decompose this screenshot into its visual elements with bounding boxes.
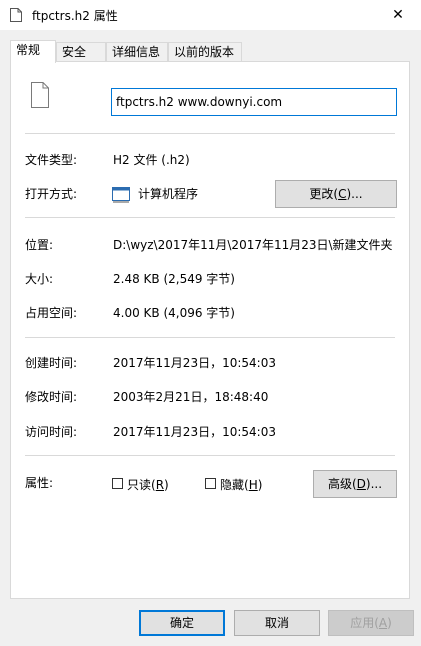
open-with-label: 打开方式: [25, 187, 78, 201]
ok-button[interactable]: 确定 [139, 610, 225, 636]
file-icon [10, 8, 22, 22]
cancel-button[interactable]: 取消 [234, 610, 320, 636]
divider [25, 455, 395, 456]
advanced-button[interactable]: 高级(D)... [313, 470, 397, 498]
divider [25, 133, 395, 134]
apply-button[interactable]: 应用(A) [328, 610, 414, 636]
change-button[interactable]: 更改(C)... [275, 180, 397, 208]
size-on-disk-label: 占用空间: [25, 306, 78, 320]
tab-general[interactable]: 常规 [10, 40, 56, 63]
modified-label: 修改时间: [25, 390, 78, 404]
created-label: 创建时间: [25, 356, 78, 370]
modified-value: 2003年2月21日，18:48:40 [113, 390, 269, 404]
size-label: 大小: [25, 272, 54, 286]
file-name-input[interactable] [111, 88, 397, 116]
readonly-label[interactable]: 只读(R) [127, 476, 169, 493]
open-with-value: 计算机程序 [138, 187, 199, 201]
attributes-label: 属性: [25, 476, 54, 490]
accessed-value: 2017年11月23日，10:54:03 [113, 425, 276, 439]
general-panel: 文件类型: H2 文件 (.h2) 打开方式: 计算机程序 更改(C)... 位… [10, 61, 410, 599]
tab-security[interactable]: 安全 [56, 42, 106, 61]
tab-details[interactable]: 详细信息 [106, 42, 168, 61]
location-label: 位置: [25, 238, 54, 252]
location-value: D:\wyz\2017年11月\2017年11月23日\新建文件夹 [113, 238, 393, 252]
close-button[interactable]: ✕ [375, 0, 421, 30]
accessed-label: 访问时间: [25, 425, 78, 439]
close-icon: ✕ [392, 7, 404, 23]
title-bar: ftpctrs.h2 属性 ✕ [0, 0, 421, 30]
size-on-disk-value: 4.00 KB (4,096 字节) [113, 306, 235, 320]
size-value: 2.48 KB (2,549 字节) [113, 272, 235, 286]
divider [25, 337, 395, 338]
file-type-label: 文件类型: [25, 153, 78, 167]
divider [25, 217, 395, 218]
hidden-checkbox[interactable] [205, 478, 216, 489]
file-type-icon [31, 82, 49, 108]
program-icon [112, 187, 130, 203]
file-type-value: H2 文件 (.h2) [113, 153, 190, 167]
created-value: 2017年11月23日，10:54:03 [113, 356, 276, 370]
hidden-label[interactable]: 隐藏(H) [220, 476, 262, 493]
window-title: ftpctrs.h2 属性 [32, 9, 118, 23]
tab-previous-versions[interactable]: 以前的版本 [168, 42, 242, 61]
readonly-checkbox[interactable] [112, 478, 123, 489]
